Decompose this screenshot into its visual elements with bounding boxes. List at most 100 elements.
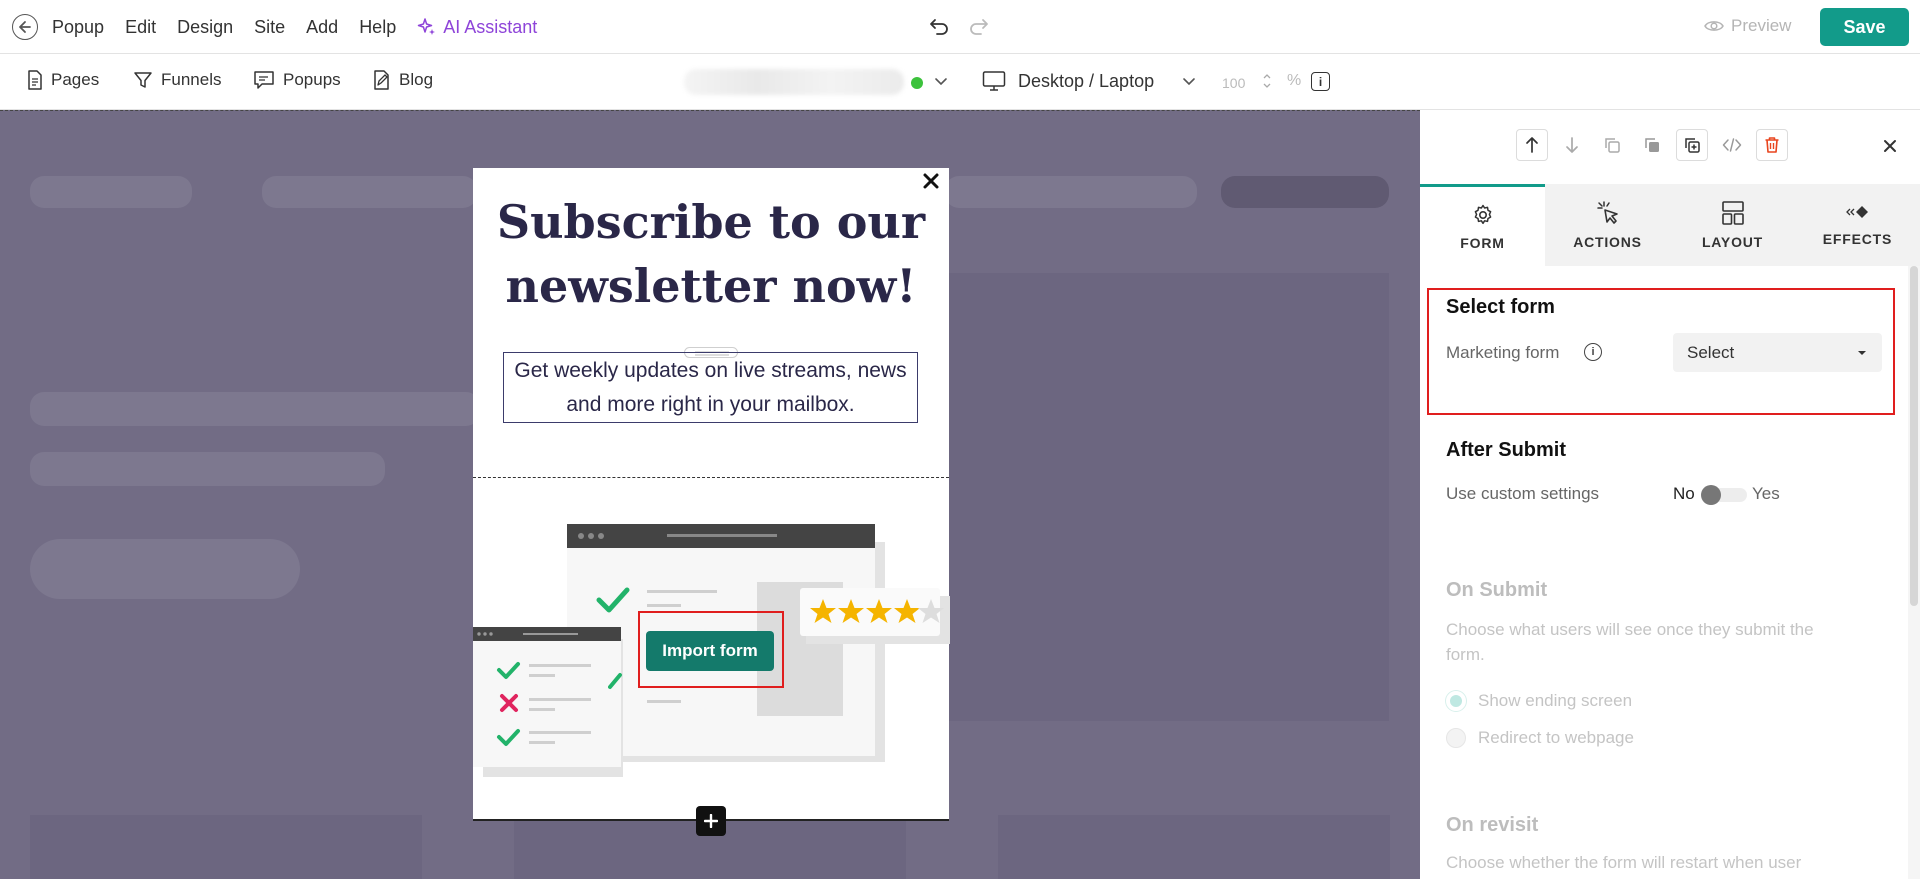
marketing-form-select[interactable]: Select xyxy=(1673,333,1882,372)
menu-help[interactable]: Help xyxy=(359,15,396,39)
scroll-thumb[interactable] xyxy=(1910,266,1918,606)
placeholder-bar xyxy=(30,176,192,208)
nav-funnels[interactable]: Funnels xyxy=(133,70,221,90)
tab-layout-label: LAYOUT xyxy=(1701,234,1764,250)
gear-icon xyxy=(1471,203,1495,227)
add-block-button[interactable] xyxy=(696,806,726,836)
chevron-down-icon[interactable] xyxy=(1182,77,1196,87)
close-icon[interactable] xyxy=(922,172,940,190)
info-icon[interactable]: i xyxy=(1311,72,1330,91)
main-menu: Popup Edit Design Site Add Help AI Assis… xyxy=(52,15,537,39)
move-up-icon[interactable] xyxy=(1516,129,1548,161)
nav-blog-label: Blog xyxy=(399,70,434,89)
save-button[interactable]: Save xyxy=(1820,8,1909,46)
add-copy-icon[interactable] xyxy=(1676,129,1708,161)
ai-assistant-label: AI Assistant xyxy=(443,17,538,37)
on-submit-title: On Submit xyxy=(1446,579,1548,601)
editor-toolbar: Pages Funnels Popups Blog xyxy=(0,54,1920,110)
tab-effects[interactable]: EFFECTS xyxy=(1795,184,1920,266)
nav-pages[interactable]: Pages xyxy=(27,70,99,90)
trash-icon[interactable] xyxy=(1756,129,1788,161)
partial-check-icon xyxy=(608,661,628,691)
placeholder-bar xyxy=(262,176,477,208)
nav-popups[interactable]: Popups xyxy=(253,70,341,90)
nav-funnels-label: Funnels xyxy=(161,70,222,89)
popup-description[interactable]: Get weekly updates on live streams, news… xyxy=(503,352,918,423)
panel-tabs: FORM ACTIONS LAYOUT EFFECTS xyxy=(1420,184,1920,266)
placeholder-bar xyxy=(30,392,480,426)
placeholder-card xyxy=(30,815,422,879)
tab-actions[interactable]: ACTIONS xyxy=(1545,184,1670,266)
element-toolbar xyxy=(1516,129,1788,161)
select-value: Select xyxy=(1687,342,1735,362)
placeholder-button xyxy=(30,539,300,599)
cursor-click-icon xyxy=(1595,200,1621,226)
preview-button[interactable]: Preview xyxy=(1704,16,1791,36)
funnel-icon xyxy=(133,70,153,90)
device-label: Desktop / Laptop xyxy=(1018,70,1155,91)
chevron-down-icon[interactable] xyxy=(934,77,948,87)
panel-scrollbar[interactable] xyxy=(1908,266,1920,879)
undo-icon[interactable] xyxy=(928,15,950,37)
radio-show-ending-screen[interactable] xyxy=(1446,691,1466,711)
import-form-button[interactable]: Import form xyxy=(646,631,774,671)
duplicate-icon[interactable] xyxy=(1636,129,1668,161)
tab-form[interactable]: FORM xyxy=(1420,184,1545,266)
checklist-illustration xyxy=(473,627,633,777)
custom-settings-label: Use custom settings xyxy=(1446,484,1600,503)
code-icon[interactable] xyxy=(1716,129,1748,161)
page-icon xyxy=(27,70,43,90)
ai-assistant-button[interactable]: AI Assistant xyxy=(417,15,537,39)
after-submit-title: After Submit xyxy=(1446,439,1566,461)
eye-icon xyxy=(1704,19,1724,33)
effects-icon xyxy=(1844,203,1872,223)
preview-label: Preview xyxy=(1731,16,1792,35)
back-arrow-icon[interactable] xyxy=(12,14,38,40)
placeholder-bar xyxy=(30,452,385,486)
on-revisit-description: Choose whether the form will restart whe… xyxy=(1446,853,1802,872)
on-submit-description: Choose what users will see once they sub… xyxy=(1446,620,1814,664)
layout-icon xyxy=(1721,200,1745,226)
placeholder-card xyxy=(998,815,1390,879)
radio-redirect-webpage[interactable] xyxy=(1446,728,1466,748)
info-icon[interactable]: i xyxy=(1584,343,1602,361)
menu-site[interactable]: Site xyxy=(254,15,285,39)
on-revisit-title: On revisit xyxy=(1446,814,1539,836)
zoom-unit: % xyxy=(1287,72,1302,89)
select-form-title: Select form xyxy=(1446,296,1555,318)
menu-popup[interactable]: Popup xyxy=(52,15,104,39)
tab-actions-label: ACTIONS xyxy=(1573,234,1642,250)
nav-blog[interactable]: Blog xyxy=(373,70,433,90)
custom-settings-toggle[interactable] xyxy=(1701,485,1747,505)
menu-add[interactable]: Add xyxy=(306,15,338,39)
top-menu-bar: Popup Edit Design Site Add Help AI Assis… xyxy=(0,0,1920,54)
blurred-page-name xyxy=(684,69,904,95)
copy-icon[interactable] xyxy=(1596,129,1628,161)
zoom-stepper-icon[interactable] xyxy=(1262,71,1272,91)
popup-title[interactable]: Subscribe to our newsletter now! xyxy=(473,190,949,318)
tab-layout[interactable]: LAYOUT xyxy=(1670,184,1795,266)
placeholder-bar xyxy=(945,176,1197,208)
star-rating-card xyxy=(800,588,950,644)
menu-design[interactable]: Design xyxy=(177,15,233,39)
marketing-form-label: Marketing form xyxy=(1446,343,1560,362)
monitor-icon xyxy=(982,70,1006,92)
redirect-webpage-label[interactable]: Redirect to webpage xyxy=(1478,728,1634,748)
section-divider xyxy=(473,477,949,478)
toggle-yes-label: Yes xyxy=(1752,484,1780,503)
menu-edit[interactable]: Edit xyxy=(125,15,156,39)
toggle-no-label: No xyxy=(1673,484,1695,503)
caret-down-icon xyxy=(1856,349,1868,357)
move-down-icon[interactable] xyxy=(1556,129,1588,161)
nav-popups-label: Popups xyxy=(283,70,341,89)
show-ending-screen-label[interactable]: Show ending screen xyxy=(1478,691,1632,711)
placeholder-image xyxy=(948,273,1389,721)
device-selector[interactable]: Desktop / Laptop xyxy=(982,70,1154,92)
tab-form-label: FORM xyxy=(1460,234,1505,251)
redo-icon[interactable] xyxy=(968,15,990,37)
blog-edit-icon xyxy=(373,70,391,90)
close-panel-icon[interactable] xyxy=(1882,138,1898,154)
placeholder-button xyxy=(1221,176,1389,208)
page-selector[interactable] xyxy=(684,68,904,96)
popup-icon xyxy=(253,70,275,90)
